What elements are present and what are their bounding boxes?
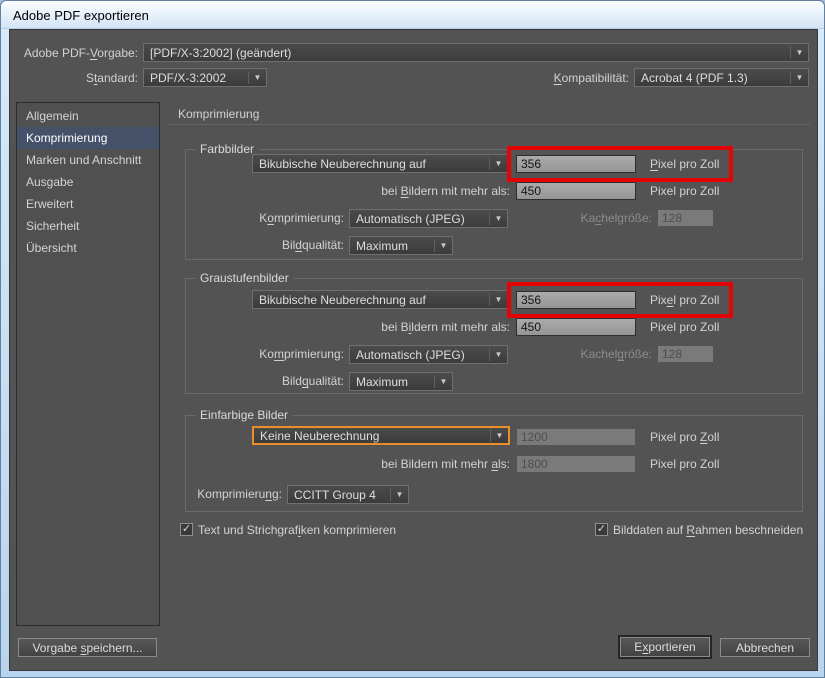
window-title: Adobe PDF exportieren xyxy=(13,8,149,23)
check-icon: ✓ xyxy=(182,523,191,535)
group-gray-images-legend: Graustufenbilder xyxy=(195,271,294,285)
title-bar[interactable]: Adobe PDF exportieren xyxy=(1,1,824,29)
gray-threshold-unit-label: Pixel pro Zoll xyxy=(650,320,719,334)
sidebar: Allgemein Komprimierung Marken und Ansch… xyxy=(16,102,160,626)
mono-compression-label: Komprimierung: xyxy=(132,487,282,501)
chevron-down-icon: ▼ xyxy=(249,73,266,82)
mono-resolution-unit-label: Pixel pro Zoll xyxy=(650,430,719,444)
gray-tile-size-label: Kachelgröße: xyxy=(502,347,652,361)
gray-tile-size-input xyxy=(657,345,714,363)
sidebar-item-uebersicht[interactable]: Übersicht xyxy=(17,237,159,259)
preset-select[interactable]: [PDF/X-3:2002] (geändert) ▼ xyxy=(143,43,809,62)
export-pdf-window: Adobe PDF exportieren Adobe PDF-Vorgabe:… xyxy=(0,0,825,678)
color-compression-label: Komprimierung: xyxy=(194,211,344,225)
sidebar-item-sicherheit[interactable]: Sicherheit xyxy=(17,215,159,237)
chevron-down-icon: ▼ xyxy=(791,73,808,82)
sidebar-item-erweitert[interactable]: Erweitert xyxy=(17,193,159,215)
color-resample-select[interactable]: Bikubische Neuberechnung auf ▼ xyxy=(252,154,508,173)
color-threshold-label: bei Bildern mit mehr als: xyxy=(302,184,510,198)
gray-quality-label: Bildqualität: xyxy=(194,374,344,388)
standard-select[interactable]: PDF/X-3:2002 ▼ xyxy=(143,68,267,87)
mono-threshold-label: bei Bildern mit mehr als: xyxy=(302,457,510,471)
compatibility-select-value: Acrobat 4 (PDF 1.3) xyxy=(635,71,790,85)
sidebar-item-komprimierung[interactable]: Komprimierung xyxy=(17,127,159,149)
page-title: Komprimierung xyxy=(178,107,259,121)
check-icon: ✓ xyxy=(597,523,606,535)
gray-resample-select[interactable]: Bikubische Neuberechnung auf ▼ xyxy=(252,290,508,309)
color-threshold-input[interactable] xyxy=(516,182,636,200)
mono-threshold-input xyxy=(516,455,636,473)
color-tile-size-input xyxy=(657,209,714,227)
color-compression-select[interactable]: Automatisch (JPEG) ▼ xyxy=(349,209,508,228)
color-quality-select[interactable]: Maximum ▼ xyxy=(349,236,453,255)
checkbox-crop-image-data-label: Bilddaten auf Rahmen beschneiden xyxy=(613,523,803,537)
gray-quality-select[interactable]: Maximum ▼ xyxy=(349,372,453,391)
mono-compression-select[interactable]: CCITT Group 4 ▼ xyxy=(287,485,409,504)
color-threshold-unit-label: Pixel pro Zoll xyxy=(650,184,719,198)
color-quality-label: Bildqualität: xyxy=(194,238,344,252)
compatibility-label: Kompatibilität: xyxy=(497,71,629,85)
standard-select-value: PDF/X-3:2002 xyxy=(144,71,248,85)
preset-select-value: [PDF/X-3:2002] (geändert) xyxy=(144,46,790,60)
mono-resample-select[interactable]: Keine Neuberechnung ▼ xyxy=(252,426,510,445)
chevron-down-icon: ▼ xyxy=(491,431,508,440)
chevron-down-icon: ▼ xyxy=(391,490,408,499)
color-resolution-input[interactable] xyxy=(516,155,636,173)
gray-resolution-unit-label: Pixel pro Zoll xyxy=(650,293,719,307)
gray-compression-label: Komprimierung: xyxy=(194,347,344,361)
mono-threshold-unit-label: Pixel pro Zoll xyxy=(650,457,719,471)
color-tile-size-label: Kachelgröße: xyxy=(502,211,652,225)
checkbox-compress-text-label: Text und Strichgrafiken komprimieren xyxy=(198,523,396,537)
color-resolution-unit-label: Pixel pro Zoll xyxy=(650,157,719,171)
group-color-images-legend: Farbbilder xyxy=(195,142,259,156)
gray-threshold-input[interactable] xyxy=(516,318,636,336)
gray-threshold-label: bei Bildern mit mehr als: xyxy=(302,320,510,334)
chevron-down-icon: ▼ xyxy=(490,295,507,304)
cancel-button[interactable]: Abbrechen xyxy=(720,638,810,657)
heading-divider xyxy=(167,124,810,125)
checkbox-crop-image-data[interactable]: ✓ xyxy=(595,523,608,536)
chevron-down-icon: ▼ xyxy=(490,159,507,168)
standard-label: Standard: xyxy=(18,71,138,85)
gray-compression-select[interactable]: Automatisch (JPEG) ▼ xyxy=(349,345,508,364)
sidebar-item-ausgabe[interactable]: Ausgabe xyxy=(17,171,159,193)
preset-label: Adobe PDF-Vorgabe: xyxy=(18,46,138,60)
chevron-down-icon: ▼ xyxy=(791,48,808,57)
checkbox-compress-text[interactable]: ✓ xyxy=(180,523,193,536)
chevron-down-icon: ▼ xyxy=(435,241,452,250)
sidebar-item-marken-und-anschnitt[interactable]: Marken und Anschnitt xyxy=(17,149,159,171)
gray-resolution-input[interactable] xyxy=(516,291,636,309)
chevron-down-icon: ▼ xyxy=(435,377,452,386)
dialog-body: Adobe PDF-Vorgabe: [PDF/X-3:2002] (geänd… xyxy=(9,29,818,671)
save-preset-button[interactable]: Vorgabe speichern... xyxy=(18,638,157,657)
mono-resolution-input xyxy=(516,428,636,446)
sidebar-item-allgemein[interactable]: Allgemein xyxy=(17,105,159,127)
export-button[interactable]: Exportieren xyxy=(620,637,710,657)
group-mono-images-legend: Einfarbige Bilder xyxy=(195,408,293,422)
compatibility-select[interactable]: Acrobat 4 (PDF 1.3) ▼ xyxy=(634,68,809,87)
